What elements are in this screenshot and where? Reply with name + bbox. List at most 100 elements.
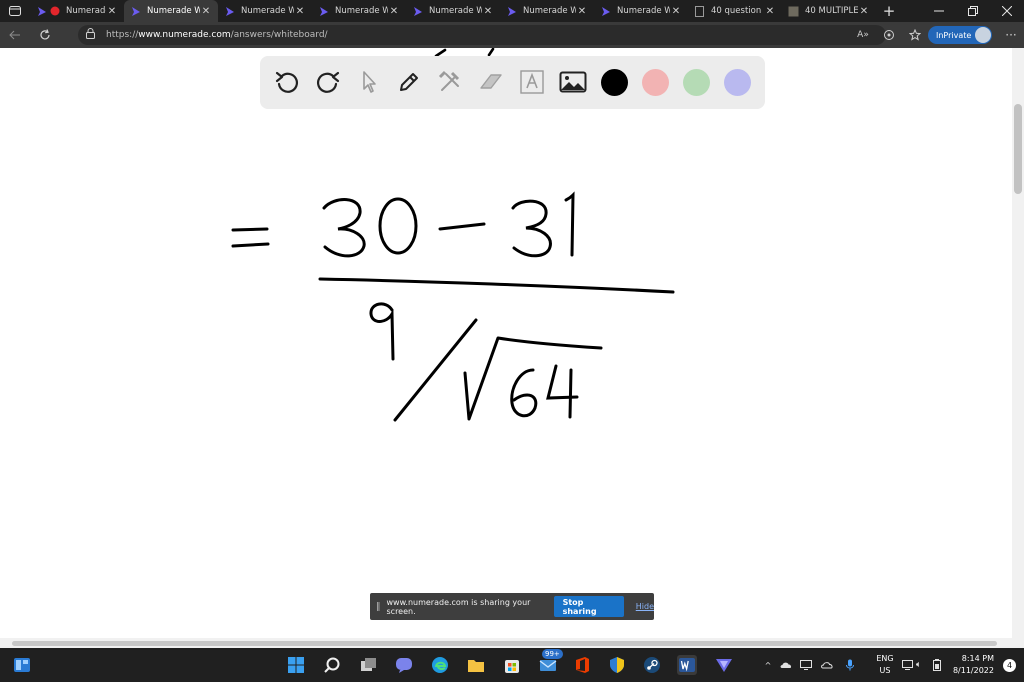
color-swatch-green[interactable] (683, 69, 710, 96)
steam-button[interactable] (642, 655, 662, 675)
close-icon[interactable]: ✕ (106, 6, 118, 17)
minimize-button[interactable] (922, 0, 956, 22)
new-tab-button[interactable]: + (876, 0, 902, 22)
browser-tab[interactable]: Numerade W ✕ (594, 0, 688, 22)
office-icon (576, 657, 589, 673)
search-button[interactable] (322, 655, 342, 675)
tab-title: Numerade W (147, 6, 200, 16)
color-swatch-black[interactable] (601, 69, 628, 96)
numerade-logo-icon (224, 6, 235, 17)
tools-icon (438, 70, 460, 91)
office-button[interactable] (572, 655, 592, 675)
close-icon[interactable]: ✕ (482, 6, 494, 17)
onedrive-icon[interactable] (776, 661, 796, 669)
color-swatch-purple[interactable] (724, 69, 751, 96)
clock-date: 8/11/2022 (952, 666, 994, 675)
tab-actions-icon (9, 6, 21, 16)
browser-tab[interactable]: Numerade W ✕ (406, 0, 500, 22)
notification-badge[interactable]: 4 (1003, 659, 1016, 672)
browser-tab[interactable]: 40 MULTIPLE ✕ (782, 0, 876, 22)
url-bar[interactable]: https://www.numerade.com/answers/whitebo… (78, 25, 886, 45)
screen-sharing-banner: ‖ www.numerade.com is sharing your scree… (370, 593, 654, 620)
browser-tab[interactable]: Numerade W ✕ (312, 0, 406, 22)
vertical-scroll-thumb[interactable] (1014, 104, 1022, 194)
read-aloud-button[interactable]: A» (850, 22, 876, 48)
clock[interactable]: 8:14 PM 8/11/2022 (948, 653, 994, 677)
close-icon[interactable]: ✕ (200, 6, 212, 17)
thumbnail-icon (788, 6, 799, 17)
color-swatch-pink[interactable] (642, 69, 669, 96)
drag-handle-icon[interactable]: ‖ (376, 602, 381, 612)
word-icon (679, 658, 695, 672)
chat-icon (396, 658, 412, 673)
close-icon[interactable]: ✕ (858, 6, 870, 17)
back-button[interactable] (0, 22, 30, 48)
undo-button[interactable] (273, 68, 301, 96)
word-button[interactable] (677, 655, 697, 675)
store-button[interactable] (502, 655, 522, 675)
redo-icon (317, 71, 340, 93)
tools-button[interactable] (436, 68, 464, 96)
restore-button[interactable] (956, 0, 990, 22)
show-hidden-icons-icon[interactable]: ^ (760, 661, 776, 670)
mail-button[interactable]: 99+ (538, 649, 563, 675)
start-button[interactable] (286, 655, 306, 675)
eraser-tool[interactable] (477, 68, 505, 96)
stop-sharing-button[interactable]: Stop sharing (553, 596, 624, 617)
close-icon[interactable]: ✕ (388, 6, 400, 17)
whiteboard-canvas[interactable] (0, 48, 1012, 638)
favorites-icon (909, 29, 921, 41)
edge-taskbar-button[interactable] (430, 655, 450, 675)
vpn-button[interactable] (714, 655, 734, 675)
display-icon[interactable] (796, 660, 816, 670)
url-prefix: https:// (106, 30, 139, 40)
pen-icon (400, 73, 418, 91)
text-tool[interactable] (518, 68, 546, 96)
root-index-9 (369, 302, 395, 361)
browser-tab-active[interactable]: Numerade W ✕ (124, 0, 218, 22)
task-view-button[interactable] (358, 655, 378, 675)
redo-button[interactable] (314, 68, 342, 96)
windows-logo-icon (288, 657, 304, 673)
refresh-button[interactable] (30, 22, 60, 48)
pen-tool[interactable] (395, 68, 423, 96)
chat-button[interactable] (394, 655, 414, 675)
horizontal-scroll-thumb[interactable] (12, 641, 997, 646)
language-line-2: US (879, 666, 891, 675)
tab-title: Numerade W (335, 6, 388, 16)
store-icon (505, 660, 519, 673)
tab-title: Numerade W (241, 6, 294, 16)
radicand-64 (510, 364, 579, 419)
browser-tab[interactable]: Numerade W ✕ (500, 0, 594, 22)
close-window-button[interactable] (990, 0, 1024, 22)
steam-icon (644, 657, 660, 673)
whiteboard-toolbar (260, 56, 765, 109)
cloud-icon[interactable] (816, 660, 838, 670)
tracking-prevention-button[interactable] (876, 22, 902, 48)
browser-tab[interactable]: Numerade W ✕ (218, 0, 312, 22)
inprivate-badge[interactable]: InPrivate (928, 26, 992, 44)
close-icon (1002, 6, 1012, 16)
address-toolbar: https://www.numerade.com/answers/whitebo… (0, 22, 1024, 48)
close-icon[interactable]: ✕ (670, 6, 682, 17)
language-indicator[interactable]: ENG US (874, 653, 896, 677)
back-arrow-icon (9, 30, 20, 40)
tab-title: 40 MULTIPLE (805, 6, 858, 16)
pointer-tool[interactable] (355, 68, 383, 96)
widgets-button[interactable] (12, 655, 32, 675)
tab-actions-button[interactable] (0, 0, 30, 22)
close-icon[interactable]: ✕ (294, 6, 306, 17)
file-explorer-button[interactable] (466, 655, 486, 675)
browser-tab[interactable]: Numerade ✕ (30, 0, 124, 22)
close-icon[interactable]: ✕ (576, 6, 588, 17)
quick-settings[interactable]: 🔈︎ (900, 648, 944, 682)
microphone-icon[interactable] (838, 659, 862, 671)
hide-link[interactable]: Hide (636, 602, 654, 611)
close-icon[interactable]: ✕ (764, 6, 776, 17)
favorites-button[interactable] (902, 22, 928, 48)
search-icon (324, 657, 340, 673)
browser-tab[interactable]: 40 question ✕ (688, 0, 782, 22)
security-button[interactable] (607, 655, 627, 675)
image-tool[interactable] (559, 68, 587, 96)
settings-more-button[interactable]: ··· (998, 22, 1024, 48)
